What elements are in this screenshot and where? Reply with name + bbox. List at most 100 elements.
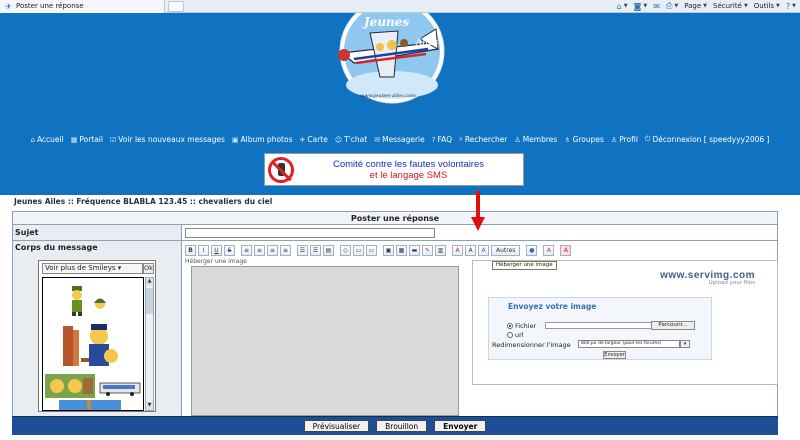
- preview-button[interactable]: Prévisualiser: [303, 420, 370, 432]
- nav-item-album[interactable]: ▣ Album photos: [232, 135, 293, 144]
- groups-icon: ♗: [564, 135, 571, 144]
- red-arrow-annotation: [471, 191, 485, 231]
- helmet-smiley[interactable]: [93, 296, 107, 310]
- browser-tab[interactable]: ✈ Poster une réponse: [0, 0, 165, 13]
- no-phone-icon: [268, 156, 294, 183]
- more-button[interactable]: Autres: [491, 244, 521, 256]
- sms-banner[interactable]: Comité contre les fautes volontaires et …: [264, 153, 524, 186]
- smiley-select[interactable]: Voir plus de Smileys ▾: [42, 263, 143, 274]
- clear-format-button[interactable]: A: [543, 244, 555, 256]
- subject-label: Sujet: [13, 225, 182, 241]
- code-button[interactable]: ▭: [353, 244, 364, 256]
- chevron-down-icon: ▼: [674, 3, 679, 9]
- font-size-button[interactable]: A: [465, 244, 476, 256]
- servimg-tagline: Upload your files: [708, 280, 755, 286]
- bus-smiley[interactable]: [99, 382, 141, 396]
- messaging-icon: ✉: [374, 135, 381, 144]
- image-button[interactable]: ▦: [396, 244, 407, 256]
- ordered-list-button[interactable]: ☰: [310, 244, 321, 256]
- breadcrumb[interactable]: Jeunes Ailes :: Fréquence BLABLA 123.45 …: [14, 197, 272, 206]
- tools-menu[interactable]: Outils ▼: [754, 2, 780, 10]
- italic-button[interactable]: I: [198, 244, 209, 256]
- hr-button[interactable]: ▤: [323, 244, 334, 256]
- option-file[interactable]: Fichier: [507, 322, 536, 330]
- chevron-down-icon[interactable]: ▾: [680, 340, 690, 348]
- home-button[interactable]: ⌂ ▼: [617, 2, 628, 11]
- main-nav: ⌂ Accueil ▦ Portail ☑ Voir les nouveaux mes…: [0, 135, 800, 144]
- nav-label: Carte: [307, 135, 328, 144]
- bold-button[interactable]: B: [185, 244, 196, 256]
- nav-item-rechercher[interactable]: ⌕ Rechercher: [459, 135, 507, 144]
- nav-item-groupes[interactable]: ♗ Groupes: [564, 135, 604, 144]
- servimg-form: Envoyez votre image Fichier Parcourir...…: [488, 297, 712, 360]
- host-image-button[interactable]: ▣: [383, 244, 394, 256]
- print-button[interactable]: ⎙ ▼: [666, 1, 678, 11]
- page-menu[interactable]: Page ▼: [684, 2, 707, 10]
- align-right-button[interactable]: ≡: [267, 244, 278, 256]
- nav-label: Déconnexion [ speedyyy2006 ]: [652, 135, 770, 144]
- resize-select[interactable]: 800 px de largeur (pour les forums): [578, 340, 680, 348]
- browser-tab-bar: ✈ Poster une réponse ⌂ ▼ ◙ ▼ ✉ ⎙ ▼ Page ▼ Sé…: [0, 0, 800, 13]
- quote-button[interactable]: ◇: [340, 244, 351, 256]
- print-icon: ⎙: [665, 1, 673, 10]
- link-button[interactable]: ▬: [409, 244, 420, 256]
- strike-button[interactable]: S: [224, 244, 235, 256]
- align-left-button[interactable]: ≡: [241, 244, 252, 256]
- help-button[interactable]: ? ▼: [786, 2, 796, 11]
- draft-button[interactable]: Brouillon: [376, 420, 428, 432]
- security-menu[interactable]: Sécurité ▼: [713, 2, 748, 10]
- align-center-button[interactable]: ≡: [254, 244, 265, 256]
- scene-smiley[interactable]: [45, 374, 95, 398]
- help-icon: ?: [785, 1, 791, 11]
- portal-icon: ▦: [70, 135, 78, 144]
- landscape-smiley[interactable]: [59, 400, 121, 411]
- resize-label: Redimensionner l'image: [492, 341, 571, 349]
- flash-button[interactable]: ✎: [422, 244, 433, 256]
- smiley-scrollbar[interactable]: ▲ ▼: [145, 277, 154, 411]
- scroll-up-icon[interactable]: ▲: [146, 278, 153, 286]
- submit-button[interactable]: Envoyer: [434, 420, 487, 432]
- nav-item-accueil[interactable]: ⌂ Accueil: [30, 135, 63, 144]
- nav-item-nouveaux-messages[interactable]: ☑ Voir les nouveaux messages: [110, 135, 225, 144]
- video-button[interactable]: ▥: [435, 244, 446, 256]
- chevron-down-icon: ▼: [776, 3, 780, 9]
- police-smiley[interactable]: [63, 322, 125, 370]
- profile-icon: ♙: [610, 135, 618, 144]
- nav-item-tchat[interactable]: ☺ T'chat: [335, 135, 367, 144]
- browse-button[interactable]: Parcourir...: [651, 321, 695, 330]
- site-logo[interactable]: Jeunes Ailes www.jeunes-ailes.com: [320, 13, 464, 105]
- font-family-button[interactable]: A: [478, 244, 489, 256]
- nav-item-membres[interactable]: ♙ Membres: [514, 135, 557, 144]
- new-tab-button[interactable]: [168, 0, 184, 12]
- nav-item-messagerie[interactable]: ✉ Messagerie: [374, 135, 425, 144]
- underline-button[interactable]: U: [211, 244, 222, 256]
- nav-label: FAQ: [437, 135, 452, 144]
- smiley-panel: Voir plus de Smileys ▾ Ok ▲ ▼: [38, 260, 156, 412]
- nav-item-profil[interactable]: ♙ Profil: [611, 135, 638, 144]
- font-color-button[interactable]: A: [452, 244, 463, 256]
- nav-label: Messagerie: [382, 135, 425, 144]
- message-textarea[interactable]: [191, 266, 459, 416]
- nav-item-portail[interactable]: ▦ Portail: [71, 135, 103, 144]
- smiley-button[interactable]: ●: [526, 244, 538, 256]
- option-url[interactable]: url: [507, 331, 524, 339]
- subject-input[interactable]: [185, 228, 435, 238]
- nav-item-deconnexion[interactable]: ⏻ Déconnexion [ speedyyy2006 ]: [645, 135, 770, 144]
- scroll-down-icon[interactable]: ▼: [146, 402, 153, 410]
- chevron-down-icon: ▼: [703, 3, 708, 9]
- soldier-smiley[interactable]: [67, 286, 87, 316]
- justify-button[interactable]: ≡: [280, 244, 291, 256]
- scroll-thumb[interactable]: [146, 288, 153, 314]
- servimg-send-button[interactable]: Envoyer: [603, 351, 626, 359]
- smiley-ok-button[interactable]: Ok: [143, 263, 154, 274]
- nav-item-carte[interactable]: ✈ Carte: [299, 135, 327, 144]
- option-url-label: url: [515, 331, 524, 339]
- nav-label: Accueil: [36, 135, 64, 144]
- spoiler-button[interactable]: ▭: [366, 244, 377, 256]
- list-button[interactable]: ☰: [297, 244, 308, 256]
- switch-editor-button[interactable]: A: [560, 244, 572, 256]
- mail-button[interactable]: ✉: [653, 2, 660, 11]
- mail-icon: ✉: [653, 1, 660, 11]
- nav-item-faq[interactable]: ? FAQ: [432, 135, 452, 144]
- feed-button[interactable]: ◙ ▼: [634, 2, 648, 11]
